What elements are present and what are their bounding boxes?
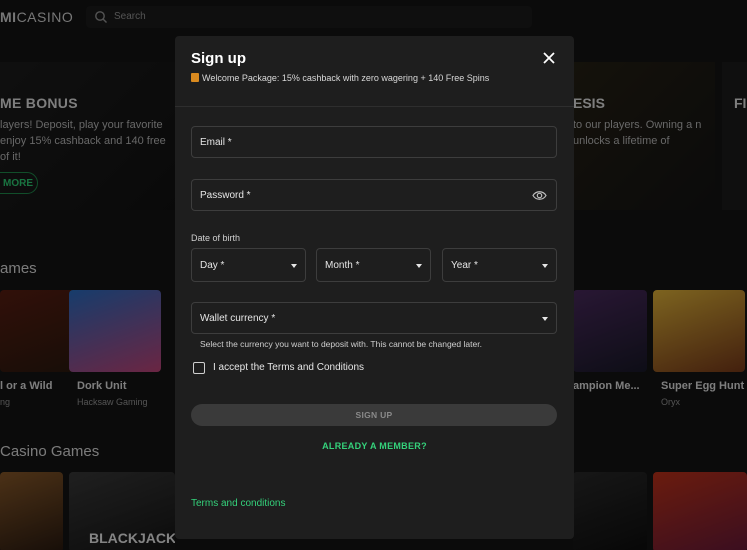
eye-icon[interactable] (532, 189, 547, 202)
month-label: Month * (325, 260, 360, 271)
day-label: Day * (200, 260, 225, 271)
email-field[interactable]: Email * (191, 126, 557, 158)
chevron-down-icon (416, 264, 422, 268)
signup-modal: Sign up Welcome Package: 15% cashback wi… (175, 36, 574, 539)
wallet-helper-text: Select the currency you want to deposit … (200, 339, 482, 349)
password-label: Password * (200, 190, 251, 201)
chevron-down-icon (542, 317, 548, 321)
terms-checkbox[interactable] (193, 362, 205, 374)
chevron-down-icon (291, 264, 297, 268)
welcome-package-text: Welcome Package: 15% cashback with zero … (191, 72, 511, 85)
chevron-down-icon (542, 264, 548, 268)
day-select[interactable]: Day * (191, 248, 306, 282)
terms-and-conditions-link[interactable]: Terms and conditions (191, 498, 286, 509)
wallet-currency-select[interactable]: Wallet currency * (191, 302, 557, 334)
email-label: Email * (200, 137, 232, 148)
terms-checkbox-label[interactable]: I accept the Terms and Conditions (213, 362, 364, 373)
wallet-label: Wallet currency * (200, 313, 276, 324)
page: MICASINO Search ME BONUS layers! Deposit… (0, 0, 747, 550)
already-member-link[interactable]: ALREADY A MEMBER? (175, 441, 574, 451)
gift-icon (191, 73, 199, 82)
dob-label: Date of birth (191, 233, 241, 243)
signup-button[interactable]: SIGN UP (191, 404, 557, 426)
modal-title: Sign up (191, 50, 246, 67)
month-select[interactable]: Month * (316, 248, 431, 282)
year-label: Year * (451, 260, 478, 271)
year-select[interactable]: Year * (442, 248, 557, 282)
close-icon[interactable] (541, 50, 557, 66)
divider (175, 106, 574, 107)
password-field[interactable]: Password * (191, 179, 557, 211)
